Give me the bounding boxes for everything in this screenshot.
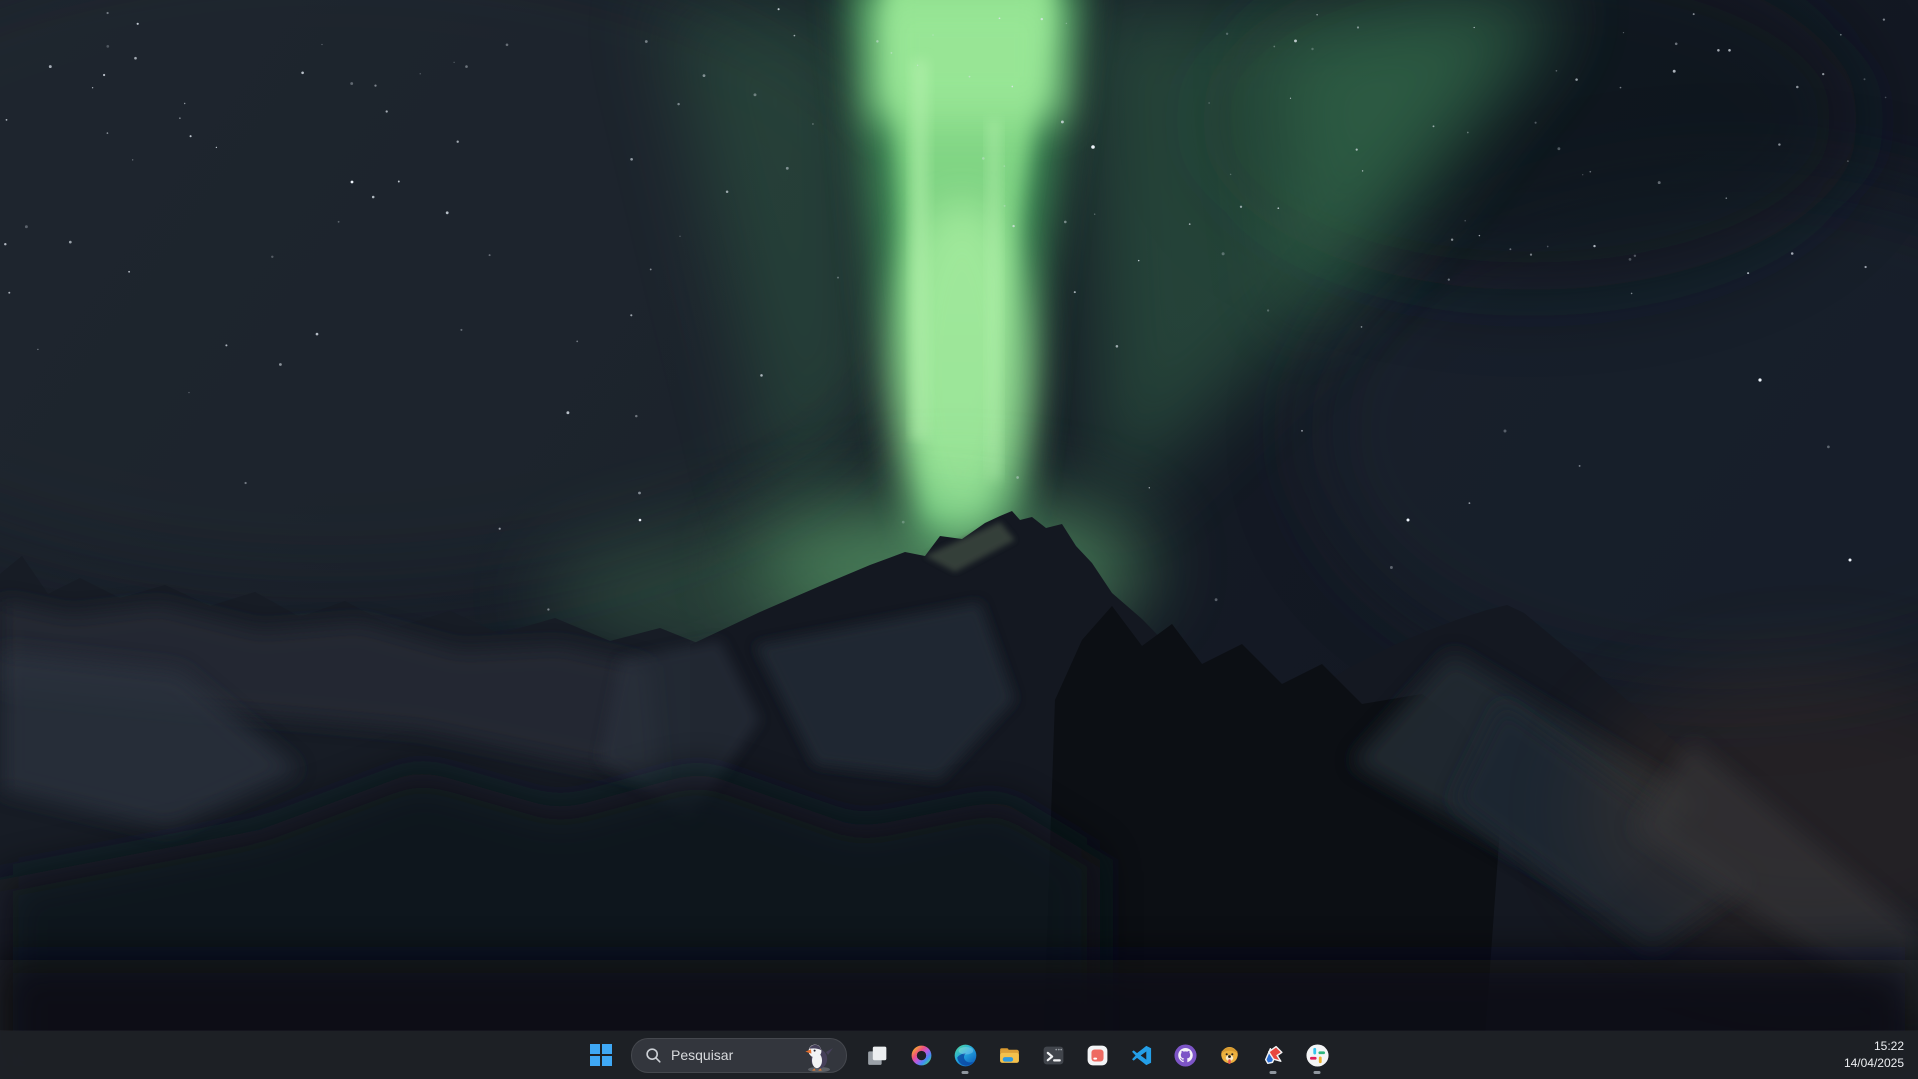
- search-icon: [644, 1046, 663, 1065]
- search-placeholder: Pesquisar: [671, 1047, 802, 1063]
- red-square-app-icon: [1085, 1043, 1110, 1068]
- terminal-button[interactable]: [1033, 1035, 1073, 1075]
- github-desktop-button[interactable]: [1165, 1035, 1205, 1075]
- dog-app-button[interactable]: [1209, 1035, 1249, 1075]
- file-explorer-button[interactable]: [989, 1035, 1029, 1075]
- search-box[interactable]: Pesquisar: [631, 1038, 847, 1073]
- taskbar-clock[interactable]: 15:22 14/04/2025: [1830, 1031, 1918, 1079]
- slack-icon: [1305, 1043, 1330, 1068]
- desktop: Pesquisar: [0, 0, 1918, 1079]
- clock-time: 15:22: [1874, 1038, 1904, 1055]
- aurora-mountain-scene: [0, 0, 1918, 1079]
- vscode-button[interactable]: [1121, 1035, 1161, 1075]
- terminal-icon: [1041, 1043, 1066, 1068]
- star-app-button[interactable]: [1253, 1035, 1293, 1075]
- clock-date: 14/04/2025: [1844, 1055, 1904, 1072]
- puffin-bird-icon: [802, 1042, 836, 1072]
- edge-browser-icon: [953, 1043, 978, 1068]
- folder-icon: [997, 1043, 1022, 1068]
- task-view-icon: [865, 1043, 890, 1068]
- red-square-app-button[interactable]: [1077, 1035, 1117, 1075]
- start-button[interactable]: [581, 1035, 621, 1075]
- vscode-icon: [1129, 1043, 1154, 1068]
- slack-button[interactable]: [1297, 1035, 1337, 1075]
- task-view-button[interactable]: [857, 1035, 897, 1075]
- copilot-icon: [909, 1043, 934, 1068]
- taskbar-center-group: Pesquisar: [581, 1031, 1337, 1079]
- copilot-button[interactable]: [901, 1035, 941, 1075]
- desktop-wallpaper: [0, 0, 1918, 1079]
- github-octocat-icon: [1173, 1043, 1198, 1068]
- edge-browser-button[interactable]: [945, 1035, 985, 1075]
- taskbar: Pesquisar: [0, 1031, 1918, 1079]
- dog-face-icon: [1217, 1043, 1242, 1068]
- red-blue-star-icon: [1261, 1043, 1286, 1068]
- windows-start-icon: [590, 1044, 612, 1066]
